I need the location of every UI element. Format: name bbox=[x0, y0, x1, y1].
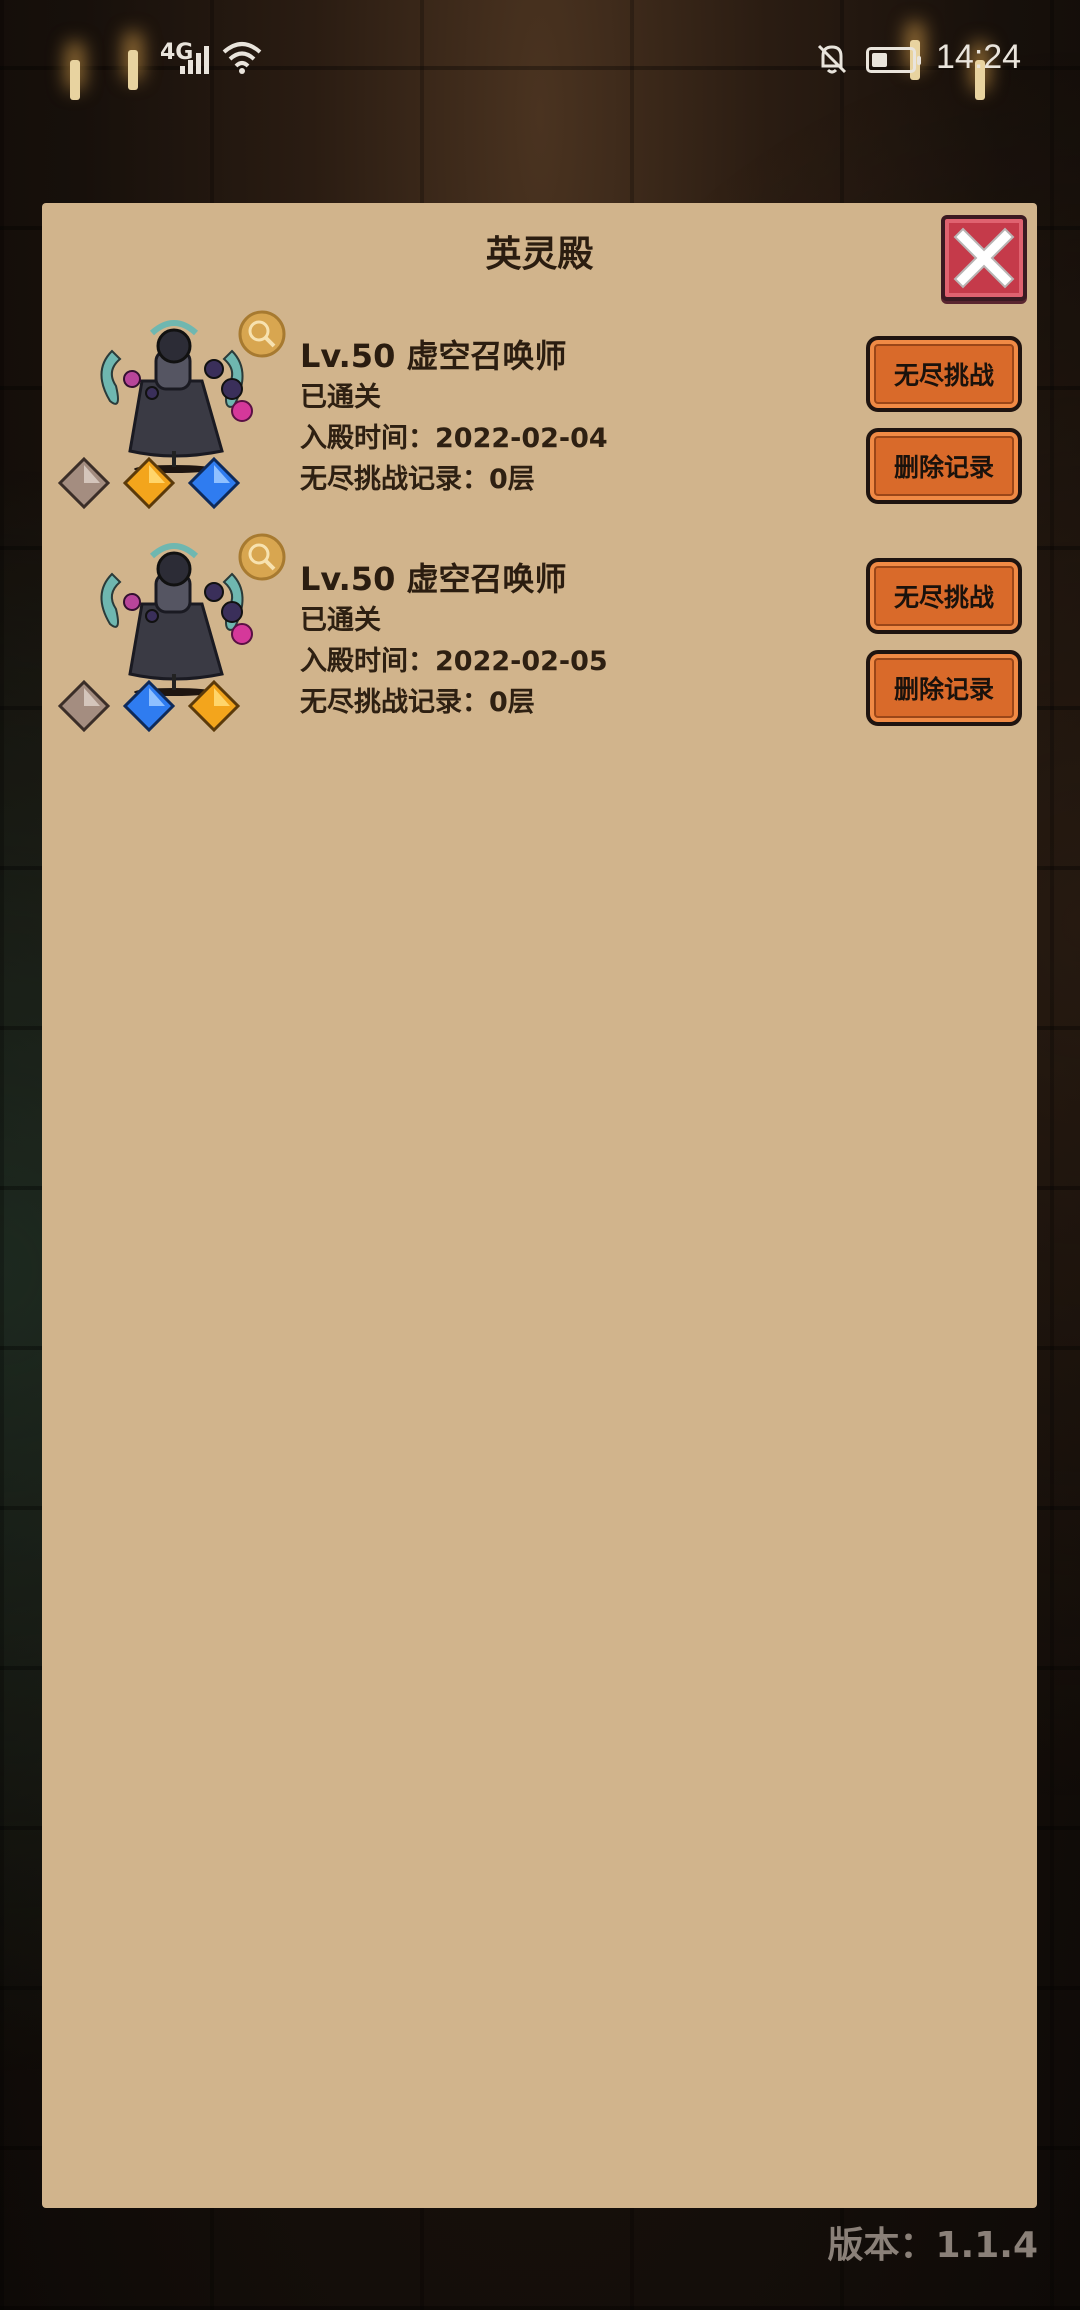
gem-icon bbox=[57, 679, 111, 733]
close-button[interactable] bbox=[941, 215, 1027, 301]
clear-status: 已通关 bbox=[300, 382, 381, 413]
record-item: Lv.50 虚空召唤师 已通关 入殿时间：2022-02-05 无尽挑战记录：0… bbox=[42, 528, 1037, 743]
close-x-icon bbox=[953, 227, 1015, 289]
bell-muted-icon bbox=[817, 44, 847, 74]
delete-record-button[interactable]: 删除记录 bbox=[866, 428, 1022, 504]
hero-name: Lv.50 虚空召唤师 bbox=[300, 337, 567, 375]
endless-record: 无尽挑战记录：0层 bbox=[300, 464, 535, 495]
status-bar: 4G 14:24 bbox=[0, 0, 1080, 120]
delete-record-button[interactable]: 删除记录 bbox=[866, 650, 1022, 726]
dialog-title: 英灵殿 bbox=[485, 234, 594, 275]
gem-slots bbox=[57, 679, 241, 733]
record-info: Lv.50 虚空召唤师 已通关 入殿时间：2022-02-05 无尽挑战记录：0… bbox=[300, 558, 608, 723]
gem-icon bbox=[57, 456, 111, 510]
endless-challenge-button[interactable]: 无尽挑战 bbox=[866, 558, 1022, 634]
gem-slots bbox=[57, 456, 241, 510]
hero-hall-dialog: 英灵殿 Lv.50 虚空召唤师 已通关 入殿时间：2022-02-04 无尽挑战… bbox=[42, 203, 1037, 2208]
battery-level bbox=[872, 53, 887, 67]
clear-status: 已通关 bbox=[300, 605, 381, 636]
signal-icon bbox=[180, 46, 209, 74]
entry-time: 入殿时间：2022-02-05 bbox=[300, 646, 608, 677]
record-info: Lv.50 虚空召唤师 已通关 入殿时间：2022-02-04 无尽挑战记录：0… bbox=[300, 335, 608, 500]
entry-time: 入殿时间：2022-02-04 bbox=[300, 423, 608, 454]
clock: 14:24 bbox=[936, 38, 1022, 76]
gem-icon bbox=[187, 456, 241, 510]
version-label: 版本：1.1.4 bbox=[827, 2225, 1039, 2266]
hero-name: Lv.50 虚空召唤师 bbox=[300, 560, 567, 598]
endless-challenge-button[interactable]: 无尽挑战 bbox=[866, 336, 1022, 412]
magnifier-icon[interactable] bbox=[238, 310, 286, 358]
game-screen: 4G 14:24 英灵殿 Lv.50 虚空召唤师 已通关 入殿时间：2022-0… bbox=[0, 0, 1080, 2310]
endless-record: 无尽挑战记录：0层 bbox=[300, 687, 535, 718]
gem-icon bbox=[187, 679, 241, 733]
wifi-icon bbox=[222, 42, 262, 74]
record-item: Lv.50 虚空召唤师 已通关 入殿时间：2022-02-04 无尽挑战记录：0… bbox=[42, 305, 1037, 520]
battery-icon bbox=[866, 47, 921, 73]
magnifier-icon[interactable] bbox=[238, 533, 286, 581]
gem-icon bbox=[122, 456, 176, 510]
gem-icon bbox=[122, 679, 176, 733]
